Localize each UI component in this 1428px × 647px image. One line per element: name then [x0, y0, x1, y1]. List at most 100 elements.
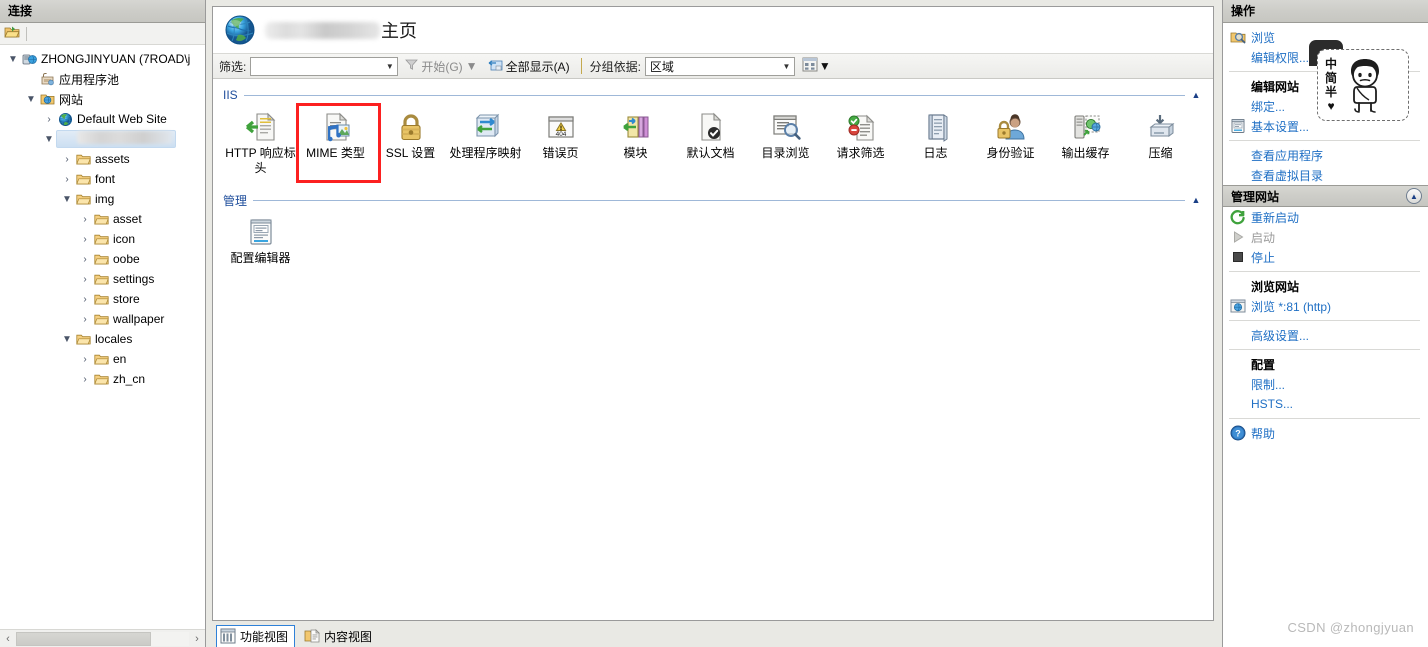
view-mode-button[interactable]: ▼ [799, 56, 834, 76]
tree-node-redacted-site[interactable]: ▼ [0, 129, 205, 149]
feature-label: 压缩 [1148, 146, 1173, 160]
tree-node-defaultwebsite[interactable]: › Default Web Site [0, 109, 205, 129]
ime-status-overlay[interactable]: 中简半 ♥ [1309, 40, 1409, 122]
tree-node-zhongjinyuan7roadj[interactable]: ▼ ZHONGJINYUAN (7ROAD\j [0, 49, 205, 69]
ime-mode-char[interactable]: 半 [1325, 85, 1337, 99]
chevron-down-icon[interactable]: ▼ [60, 334, 74, 345]
feature-label: 请求筛选 [836, 146, 885, 160]
chevron-up-icon[interactable]: ▲ [1189, 195, 1203, 205]
action-label: 配置 [1251, 357, 1276, 372]
feature-request-filtering[interactable]: 请求筛选 [823, 107, 898, 176]
chevron-down-icon[interactable]: ▼ [819, 59, 831, 73]
chevron-right-icon[interactable]: › [42, 114, 56, 125]
feature-error-pages[interactable]: 404 错误页 [523, 107, 598, 176]
tree-node-label: settings [113, 272, 155, 286]
section-header-iis: IIS ▲ [223, 87, 1203, 103]
feature-default-document[interactable]: 默认文档 [673, 107, 748, 176]
ime-mode-indicators[interactable]: 中简半 ♥ [1325, 57, 1337, 113]
action-item[interactable]: ? 帮助 [1223, 423, 1428, 443]
output-caching-icon [1070, 111, 1102, 143]
chevron-right-icon[interactable]: › [78, 314, 92, 325]
tab-features-view[interactable]: 功能视图 [216, 624, 296, 647]
tree-node-oobe[interactable]: › oobe [0, 249, 205, 269]
group-by-value[interactable]: 区域 [646, 58, 779, 75]
feature-logging[interactable]: 日志 [898, 107, 973, 176]
toolbar-divider [580, 58, 582, 74]
feature-ssl-settings[interactable]: SSL 设置 [373, 107, 448, 176]
tree-node-zh_cn[interactable]: › zh_cn [0, 369, 205, 389]
action-item[interactable]: 高级设置... [1223, 325, 1428, 345]
start-dropdown-chevron-icon[interactable]: ▼ [466, 59, 478, 73]
tab-content-view[interactable]: 内容视图 [301, 626, 378, 647]
chevron-down-icon[interactable]: ▼ [60, 194, 74, 205]
chevron-down-icon[interactable]: ▼ [6, 54, 20, 65]
feature-modules[interactable]: 模块 [598, 107, 673, 176]
tree-node-asset[interactable]: › asset [0, 209, 205, 229]
action-item[interactable]: 启动 [1223, 227, 1428, 247]
feature-http-response-headers[interactable]: HTTP 响应标头 [223, 107, 298, 176]
ime-mascot-icon [1341, 56, 1389, 114]
tree-node-settings[interactable]: › settings [0, 269, 205, 289]
action-item[interactable]: 限制... [1223, 374, 1428, 394]
action-81http[interactable]: 浏览 *:81 (http) [1223, 296, 1428, 316]
ime-mode-char[interactable]: 中 [1325, 57, 1337, 71]
tree-node-en[interactable]: › en [0, 349, 205, 369]
feature-authentication[interactable]: 身份验证 [973, 107, 1048, 176]
ime-mode-char[interactable]: ♥ [1327, 99, 1334, 113]
ime-status-card[interactable]: 中简半 ♥ [1317, 49, 1409, 121]
chevron-down-icon[interactable]: ▼ [779, 58, 794, 75]
tree-node-[interactable]: ▼ 网站 [0, 89, 205, 109]
tree-node-font[interactable]: › font [0, 169, 205, 189]
action-HSTS[interactable]: HSTS... [1223, 394, 1428, 414]
open-folder-icon[interactable] [4, 24, 20, 43]
chevron-right-icon[interactable]: › [60, 154, 74, 165]
action-item[interactable]: 查看应用程序 [1223, 145, 1428, 165]
chevron-right-icon[interactable]: › [78, 234, 92, 245]
chevron-up-icon[interactable]: ▲ [1406, 188, 1422, 204]
action-label: 查看应用程序 [1251, 148, 1324, 163]
tree-node-img[interactable]: ▼ img [0, 189, 205, 209]
chevron-right-icon[interactable]: › [78, 354, 92, 365]
action-item[interactable]: 重新启动 [1223, 207, 1428, 227]
scroll-track[interactable] [16, 631, 189, 646]
feature-configuration-editor[interactable]: 配置编辑器 [223, 212, 298, 278]
action-item[interactable]: 停止 [1223, 247, 1428, 267]
folder-icon [92, 313, 110, 326]
tree-node-label: 网站 [59, 92, 84, 107]
chevron-down-icon[interactable]: ▼ [42, 134, 56, 145]
chevron-up-icon[interactable]: ▲ [1189, 90, 1203, 100]
tree-horizontal-scrollbar[interactable]: ‹ › [0, 629, 205, 647]
actions-subheader-item: 浏览网站 [1223, 276, 1428, 296]
tree-node-store[interactable]: › store [0, 289, 205, 309]
feature-mime-types[interactable]: MIME 类型 [296, 103, 381, 183]
chevron-right-icon[interactable]: › [78, 294, 92, 305]
show-all-button[interactable]: 全部显示(A) [485, 57, 573, 76]
feature-compression[interactable]: 压缩 [1123, 107, 1198, 176]
group-by-select[interactable]: 区域 ▼ [644, 56, 795, 76]
chevron-right-icon[interactable]: › [78, 254, 92, 265]
action-label: 浏览 [1251, 30, 1276, 45]
filter-input[interactable]: ▼ [250, 56, 399, 76]
folder-icon [92, 373, 110, 386]
chevron-right-icon[interactable]: › [78, 274, 92, 285]
connections-tree[interactable]: ▼ ZHONGJINYUAN (7ROAD\j 应用程序池 ▼ 网站 › Default W… [0, 45, 205, 629]
tree-node-icon[interactable]: › icon [0, 229, 205, 249]
tree-node-assets[interactable]: › assets [0, 149, 205, 169]
scroll-thumb[interactable] [16, 631, 151, 646]
chevron-right-icon[interactable]: › [78, 214, 92, 225]
chevron-down-icon[interactable]: ▼ [382, 58, 397, 75]
chevron-right-icon[interactable]: › [78, 374, 92, 385]
scroll-right-icon[interactable]: › [189, 631, 205, 647]
tree-node-[interactable]: 应用程序池 [0, 69, 205, 89]
feature-handler-mappings[interactable]: 处理程序映射 [448, 107, 523, 176]
chevron-right-icon[interactable]: › [60, 174, 74, 185]
ime-mode-char[interactable]: 简 [1325, 71, 1337, 85]
tree-node-locales[interactable]: ▼ locales [0, 329, 205, 349]
scroll-left-icon[interactable]: ‹ [0, 631, 16, 647]
feature-directory-browsing[interactable]: 目录浏览 [748, 107, 823, 176]
tree-node-wallpaper[interactable]: › wallpaper [0, 309, 205, 329]
start-filter-button[interactable]: 开始(G) ▼ [402, 57, 480, 76]
action-item[interactable]: 查看虚拟目录 [1223, 165, 1428, 185]
chevron-down-icon[interactable]: ▼ [24, 94, 38, 105]
feature-output-caching[interactable]: 输出缓存 [1048, 107, 1123, 176]
